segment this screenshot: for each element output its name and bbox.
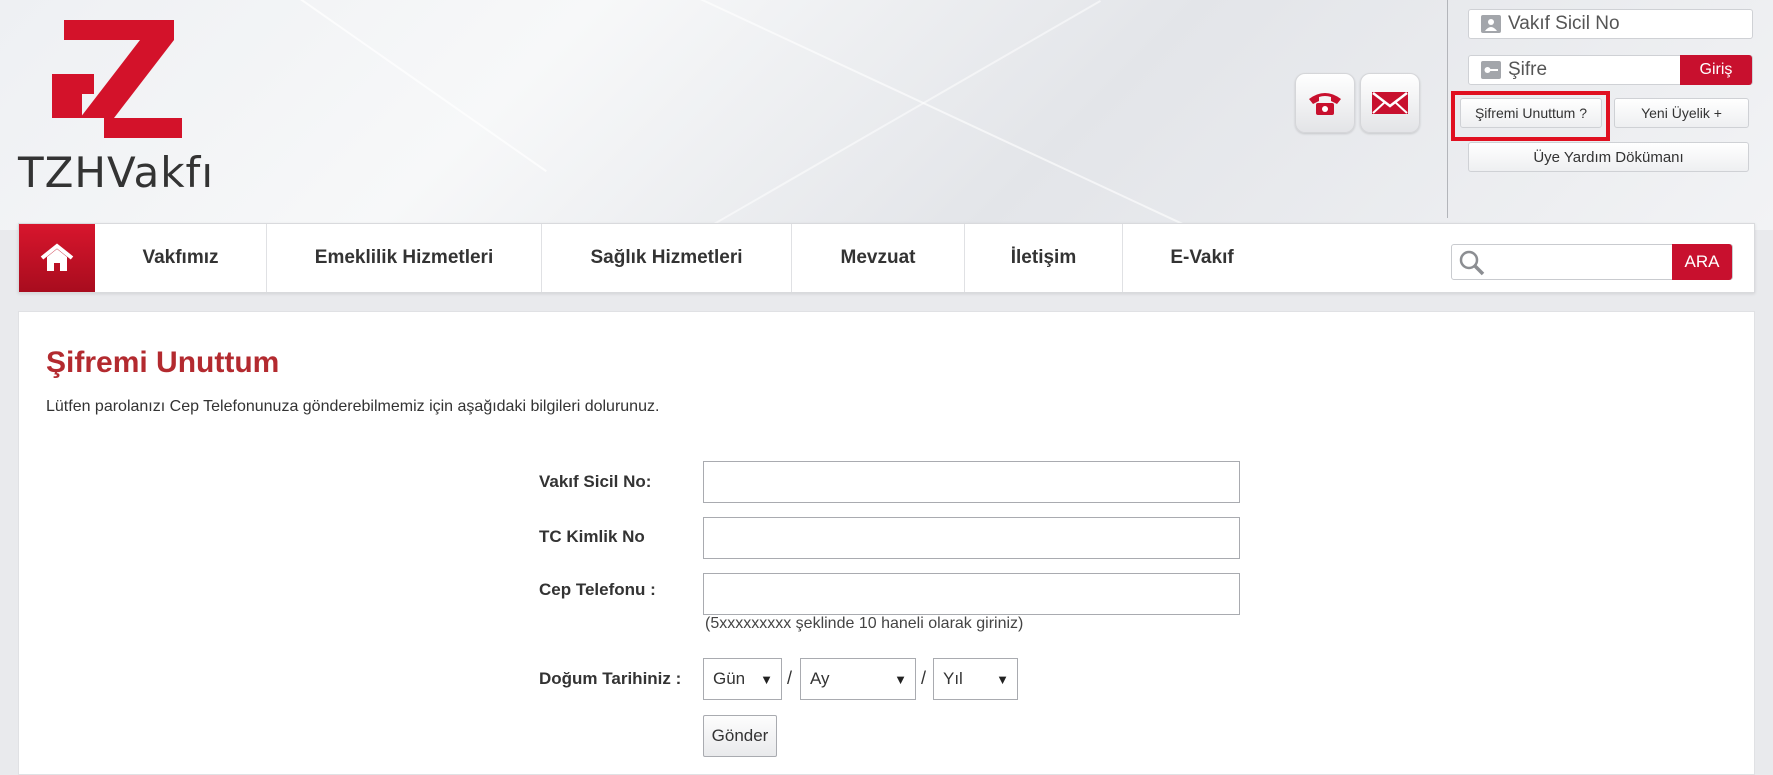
day-select[interactable]: Gün ▼ (703, 658, 782, 700)
phone-icon (1309, 93, 1341, 115)
home-button[interactable] (19, 224, 95, 292)
day-select-value: Gün (713, 669, 746, 688)
birth-date-label: Doğum Tarihiniz : (539, 669, 682, 688)
date-separator: / (921, 668, 927, 688)
search-icon (1459, 250, 1485, 276)
new-membership-button[interactable]: Yeni Üyelik + (1614, 98, 1749, 128)
chevron-down-icon: ▼ (996, 671, 1009, 687)
month-select[interactable]: Ay ▼ (800, 658, 916, 700)
main-content: Şifremi Unuttum Lütfen parolanızı Cep Te… (18, 311, 1755, 775)
home-icon (40, 243, 74, 271)
password-placeholder: Şifre (1508, 59, 1548, 80)
year-select[interactable]: Yıl ▼ (933, 658, 1018, 700)
page-description: Lütfen parolanızı Cep Telefonunuza gönde… (46, 398, 660, 415)
mail-button[interactable] (1360, 73, 1420, 133)
phone-hint: (5xxxxxxxxx şeklinde 10 haneli olarak gi… (705, 615, 1024, 632)
month-select-value: Ay (810, 669, 830, 688)
header-decor-line (300, 0, 547, 173)
nav-item-emeklilik[interactable]: Emeklilik Hizmetleri (267, 224, 542, 292)
phone-field[interactable] (703, 573, 1240, 615)
search-button[interactable]: ARA (1672, 244, 1732, 280)
password-input[interactable]: Şifre Giriş (1468, 55, 1753, 85)
site-logo[interactable]: TZHVakfı (18, 20, 213, 197)
chevron-down-icon: ▼ (894, 671, 907, 687)
main-navigation: Vakfımız Emeklilik Hizmetleri Sağlık Hiz… (18, 223, 1755, 293)
phone-label: Cep Telefonu : (539, 580, 656, 599)
tc-kimlik-label: TC Kimlik No (539, 527, 645, 546)
chevron-down-icon: ▼ (760, 671, 773, 687)
sicil-no-placeholder: Vakıf Sicil No (1508, 13, 1620, 34)
tc-kimlik-field[interactable] (703, 517, 1240, 559)
user-icon (1481, 15, 1501, 33)
nav-item-e-vakif[interactable]: E-Vakıf (1123, 224, 1281, 292)
year-select-value: Yıl (943, 669, 963, 688)
mail-icon (1372, 92, 1408, 114)
sicil-no-field[interactable] (703, 461, 1240, 503)
login-button[interactable]: Giriş (1680, 55, 1752, 85)
header-divider (1447, 0, 1448, 218)
sicil-no-input[interactable]: Vakıf Sicil No (1468, 9, 1753, 39)
key-icon (1481, 61, 1501, 79)
date-separator: / (787, 668, 793, 688)
phone-button[interactable] (1295, 73, 1355, 133)
header-decor-line (666, 0, 1101, 252)
nav-item-mevzuat[interactable]: Mevzuat (792, 224, 965, 292)
submit-button[interactable]: Gönder (703, 715, 777, 757)
header-decor-line (700, 0, 1245, 254)
page-title: Şifremi Unuttum (46, 346, 280, 379)
search-input[interactable]: ARA (1451, 244, 1733, 280)
member-help-document-button[interactable]: Üye Yardım Dökümanı (1468, 142, 1749, 172)
nav-item-iletisim[interactable]: İletişim (965, 224, 1123, 292)
nav-item-saglik[interactable]: Sağlık Hizmetleri (542, 224, 792, 292)
nav-item-vakfimiz[interactable]: Vakfımız (95, 224, 267, 292)
logo-mark-icon (52, 20, 182, 138)
sicil-no-label: Vakıf Sicil No: (539, 472, 652, 491)
logo-text: TZHVakfı (18, 148, 214, 197)
forgot-password-highlight (1451, 91, 1610, 141)
